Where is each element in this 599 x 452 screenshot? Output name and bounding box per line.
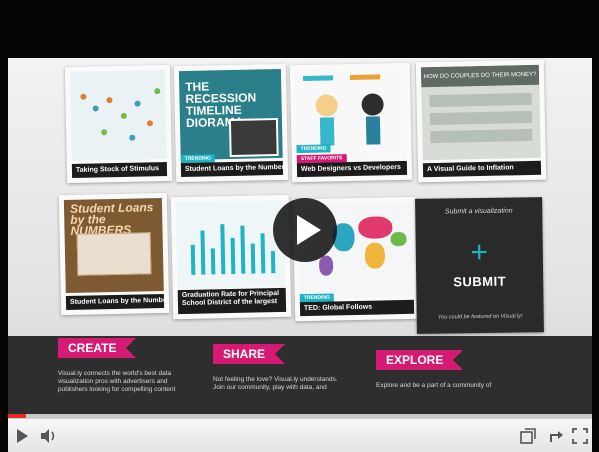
volume-icon bbox=[41, 429, 55, 443]
submit-visualization-card[interactable]: Submit a visualization + SUBMIT You coul… bbox=[415, 197, 544, 334]
graduation-bar bbox=[230, 237, 236, 274]
graduation-bar bbox=[250, 243, 256, 274]
tile-caption: Graduation Rate for Principal School Dis… bbox=[177, 287, 287, 315]
tile-art-recession: THE RECESSION TIMELINE DIORAMA bbox=[178, 68, 283, 161]
tile-art-title: HOW DO COUPLES DO THEIR MONEY? bbox=[420, 64, 540, 88]
submit-label: SUBMIT bbox=[453, 273, 507, 290]
plus-icon: + bbox=[470, 235, 489, 270]
popout-button[interactable] bbox=[518, 426, 538, 446]
video-player[interactable]: Taking Stock of Stimulus THE RECESSION T… bbox=[0, 0, 599, 452]
tile-art-photo bbox=[228, 118, 279, 158]
fullscreen-icon bbox=[572, 428, 588, 444]
tile-art-graduation bbox=[175, 199, 286, 290]
graduation-bar bbox=[200, 230, 206, 275]
popout-icon bbox=[520, 428, 536, 444]
play-icon bbox=[297, 215, 321, 245]
features-band: CREATE Visual.ly connects the world's be… bbox=[8, 336, 592, 414]
tile-stimulus: Taking Stock of Stimulus bbox=[64, 64, 173, 184]
graduation-bar bbox=[210, 248, 216, 275]
tile-caption: Taking Stock of Stimulus bbox=[71, 161, 168, 178]
map-continent bbox=[318, 255, 334, 276]
designer-figure-head bbox=[315, 94, 338, 117]
developer-figure-head bbox=[361, 93, 384, 116]
submit-footer: You could be featured on Visual.ly! bbox=[437, 313, 523, 321]
graduation-bar bbox=[260, 233, 266, 274]
create-ribbon: CREATE bbox=[58, 338, 137, 358]
map-continent bbox=[358, 216, 393, 239]
graduation-bar bbox=[270, 251, 276, 274]
tile-inflation: HOW DO COUPLES DO THEIR MONEY? A Visual … bbox=[415, 59, 547, 183]
label-designer-shape bbox=[303, 75, 334, 81]
tile-caption: Student Loans by the Numbers bbox=[65, 293, 165, 311]
create-text: Visual.ly connects the world's best data… bbox=[58, 370, 176, 393]
submit-hint: Submit a visualization bbox=[444, 207, 513, 216]
tile-art-map bbox=[69, 70, 167, 161]
explore-text: Explore and be a part of a community of bbox=[376, 382, 492, 389]
tile-art-loans: Student Loans by the NUMBERS bbox=[63, 197, 164, 294]
label-developer-shape bbox=[350, 74, 381, 81]
share-ribbon: SHARE bbox=[213, 344, 286, 364]
loans-paper bbox=[76, 232, 152, 276]
explore-ribbon: EXPLORE bbox=[376, 350, 464, 370]
inflation-row bbox=[430, 128, 533, 144]
graduation-bar bbox=[240, 225, 246, 274]
share-button[interactable] bbox=[546, 426, 566, 446]
play-icon bbox=[17, 429, 28, 443]
tile-caption: A Visual Guide to Inflation bbox=[422, 160, 542, 178]
big-play-button[interactable] bbox=[273, 198, 337, 262]
graduation-bar bbox=[220, 224, 226, 275]
tile-art-inflation: HOW DO COUPLES DO THEIR MONEY? bbox=[420, 64, 541, 161]
fullscreen-button[interactable] bbox=[570, 426, 590, 446]
tile-graduation: Graduation Rate for Principal School Dis… bbox=[170, 194, 292, 320]
share-icon bbox=[550, 431, 563, 442]
tile-web-designers: TRENDING STAFF FAVORITE Web Designers vs… bbox=[289, 62, 413, 183]
map-continent bbox=[364, 242, 386, 269]
graduation-bar bbox=[190, 244, 196, 275]
play-button[interactable] bbox=[12, 426, 32, 446]
player-controls bbox=[8, 418, 592, 452]
volume-button[interactable] bbox=[38, 426, 58, 446]
developer-figure-body bbox=[365, 116, 381, 145]
trending-badge: TRENDING bbox=[296, 144, 331, 154]
tile-student-loans: Student Loans by the NUMBERS Student Loa… bbox=[58, 192, 170, 316]
tile-caption: TED: Global Follows bbox=[299, 299, 415, 317]
share-text: Not feeling the love? Visual.ly understa… bbox=[213, 376, 338, 391]
map-continent bbox=[390, 231, 407, 247]
designer-figure-body bbox=[319, 117, 335, 146]
inflation-row bbox=[429, 110, 533, 126]
tile-caption: Web Designers vs Developers bbox=[296, 160, 408, 178]
tile-caption: Student Loans by the Numbers bbox=[180, 160, 284, 178]
inflation-row bbox=[429, 92, 532, 108]
tile-recession: THE RECESSION TIMELINE DIORAMA TRENDING … bbox=[173, 63, 289, 183]
